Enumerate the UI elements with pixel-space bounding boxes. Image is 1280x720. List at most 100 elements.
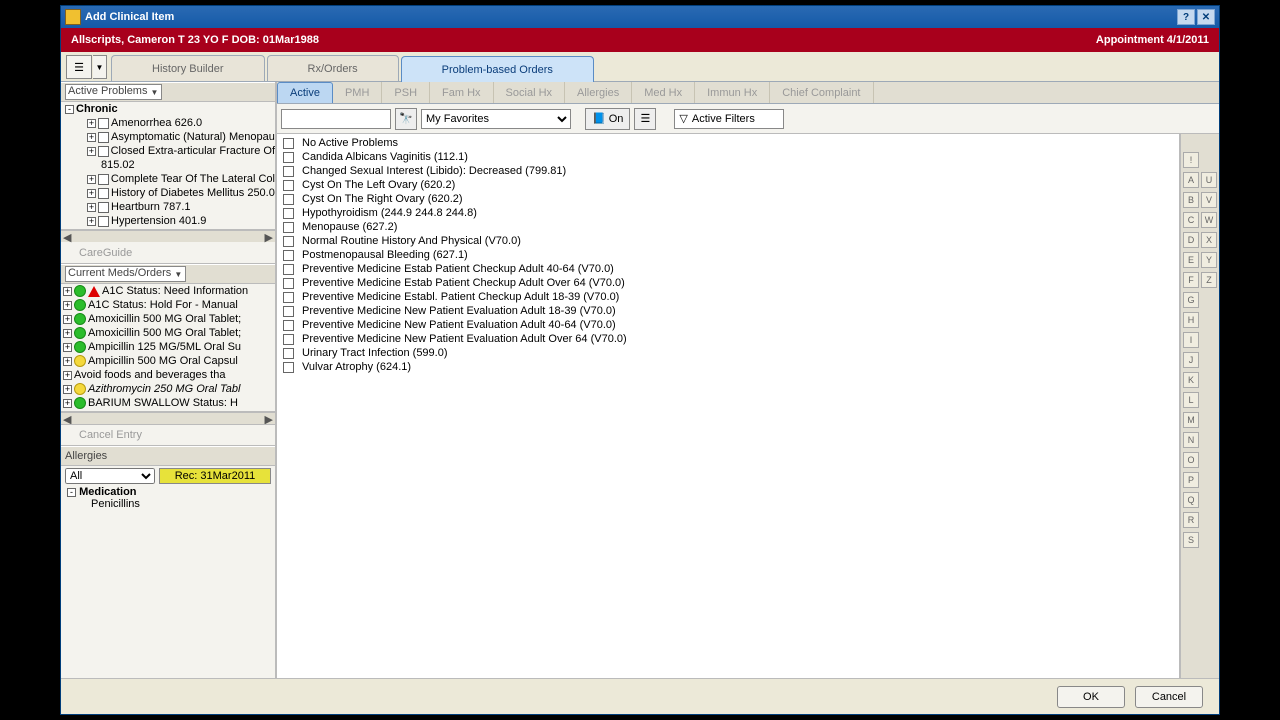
- problem-checkbox[interactable]: [98, 202, 109, 213]
- problem-checkbox[interactable]: [283, 222, 294, 233]
- problem-row[interactable]: Preventive Medicine New Patient Evaluati…: [283, 318, 1173, 332]
- problem-checkbox[interactable]: [283, 292, 294, 303]
- problem-item[interactable]: Asymptomatic (Natural) Menopau: [111, 131, 275, 143]
- problem-checkbox[interactable]: [98, 216, 109, 227]
- problem-row[interactable]: Urinary Tract Infection (599.0): [283, 346, 1173, 360]
- tab-problem-based-orders[interactable]: Problem-based Orders: [401, 56, 594, 82]
- problem-row[interactable]: Vulvar Atrophy (624.1): [283, 360, 1173, 374]
- problem-item[interactable]: Hypertension 401.9: [111, 215, 206, 227]
- problem-row[interactable]: Hypothyroidism (244.9 244.8 244.8): [283, 206, 1173, 220]
- subtab-medhx[interactable]: Med Hx: [632, 82, 695, 103]
- expand-icon[interactable]: +: [87, 119, 96, 128]
- alpha-button-U[interactable]: U: [1201, 172, 1217, 188]
- subtab-pmh[interactable]: PMH: [333, 82, 382, 103]
- ok-button[interactable]: OK: [1057, 686, 1125, 708]
- med-item[interactable]: +Amoxicillin 500 MG Oral Tablet;: [61, 326, 275, 340]
- expand-icon[interactable]: +: [63, 287, 72, 296]
- expand-icon[interactable]: -: [65, 105, 74, 114]
- alpha-button-Q[interactable]: Q: [1183, 492, 1199, 508]
- med-item[interactable]: +A1C Status: Need Information: [61, 284, 275, 298]
- problem-checkbox[interactable]: [283, 152, 294, 163]
- expand-icon[interactable]: +: [87, 203, 96, 212]
- view-mode-dropdown[interactable]: ▼: [93, 55, 107, 79]
- med-item[interactable]: +A1C Status: Hold For - Manual: [61, 298, 275, 312]
- expand-icon[interactable]: +: [63, 343, 72, 352]
- problem-row[interactable]: Menopause (627.2): [283, 220, 1173, 234]
- tab-history-builder[interactable]: History Builder: [111, 55, 265, 81]
- problem-row[interactable]: Preventive Medicine Estab Patient Checku…: [283, 276, 1173, 290]
- expand-icon[interactable]: +: [87, 217, 96, 226]
- problem-row[interactable]: Preventive Medicine Estab Patient Checku…: [283, 262, 1173, 276]
- problem-checkbox[interactable]: [98, 132, 109, 143]
- med-item[interactable]: +Amoxicillin 500 MG Oral Tablet;: [61, 312, 275, 326]
- problem-checkbox[interactable]: [283, 166, 294, 177]
- expand-icon[interactable]: +: [63, 371, 72, 380]
- expand-icon[interactable]: +: [87, 189, 96, 198]
- alpha-button-X[interactable]: X: [1201, 232, 1217, 248]
- med-item[interactable]: +Ampicillin 500 MG Oral Capsul: [61, 354, 275, 368]
- expand-icon[interactable]: +: [63, 399, 72, 408]
- problem-checkbox[interactable]: [283, 236, 294, 247]
- favorites-select[interactable]: My Favorites: [421, 109, 571, 129]
- problem-checkbox[interactable]: [283, 180, 294, 191]
- problem-row[interactable]: Changed Sexual Interest (Libido): Decrea…: [283, 164, 1173, 178]
- alpha-button-G[interactable]: G: [1183, 292, 1199, 308]
- alpha-button-W[interactable]: W: [1201, 212, 1217, 228]
- search-input[interactable]: [281, 109, 391, 129]
- alpha-button-Z[interactable]: Z: [1201, 272, 1217, 288]
- meds-tree[interactable]: +A1C Status: Need Information+A1C Status…: [61, 284, 275, 412]
- problem-checkbox[interactable]: [283, 208, 294, 219]
- problem-checkbox[interactable]: [98, 118, 109, 129]
- alpha-button-N[interactable]: N: [1183, 432, 1199, 448]
- subtab-active[interactable]: Active: [277, 82, 333, 103]
- subtab-socialhx[interactable]: Social Hx: [494, 82, 565, 103]
- search-button[interactable]: 🔭: [395, 108, 417, 130]
- tab-rx-orders[interactable]: Rx/Orders: [267, 55, 399, 81]
- expand-icon[interactable]: +: [63, 301, 72, 310]
- alpha-button-C[interactable]: C: [1183, 212, 1199, 228]
- problem-item[interactable]: Complete Tear Of The Lateral Col: [111, 173, 275, 185]
- alpha-button-Y[interactable]: Y: [1201, 252, 1217, 268]
- alpha-button-E[interactable]: E: [1183, 252, 1199, 268]
- med-item[interactable]: +BARIUM SWALLOW Status: H: [61, 396, 275, 410]
- problem-checkbox[interactable]: [98, 146, 109, 157]
- active-filters-dropdown[interactable]: ▽ Active Filters: [674, 109, 784, 129]
- problem-checkbox[interactable]: [283, 362, 294, 373]
- current-meds-select[interactable]: Current Meds/Orders: [65, 266, 186, 282]
- alpha-button-R[interactable]: R: [1183, 512, 1199, 528]
- problem-checkbox[interactable]: [283, 306, 294, 317]
- problem-list[interactable]: No Active ProblemsCandida Albicans Vagin…: [277, 134, 1179, 678]
- alpha-button-H[interactable]: H: [1183, 312, 1199, 328]
- active-problems-select[interactable]: Active Problems: [65, 84, 162, 100]
- alpha-button-J[interactable]: J: [1183, 352, 1199, 368]
- alpha-button-![interactable]: !: [1183, 152, 1199, 168]
- problem-item[interactable]: History of Diabetes Mellitus 250.0: [111, 187, 275, 199]
- problem-row[interactable]: Preventive Medicine New Patient Evaluati…: [283, 304, 1173, 318]
- alpha-button-A[interactable]: A: [1183, 172, 1199, 188]
- allergy-rec-button[interactable]: Rec: 31Mar2011: [159, 468, 271, 484]
- problem-row[interactable]: Candida Albicans Vaginitis (112.1): [283, 150, 1173, 164]
- problem-checkbox[interactable]: [283, 264, 294, 275]
- problem-checkbox[interactable]: [283, 348, 294, 359]
- expand-icon[interactable]: +: [87, 147, 96, 156]
- problem-checkbox[interactable]: [98, 174, 109, 185]
- expand-icon[interactable]: -: [67, 488, 76, 497]
- problem-item[interactable]: 815.02: [101, 159, 135, 171]
- expand-icon[interactable]: +: [63, 385, 72, 394]
- expand-icon[interactable]: +: [63, 357, 72, 366]
- active-problems-tree[interactable]: - Chronic +Amenorrhea 626.0 +Asymptomati…: [61, 102, 275, 230]
- med-item[interactable]: +Azithromycin 250 MG Oral Tabl: [61, 382, 275, 396]
- problem-checkbox[interactable]: [283, 194, 294, 205]
- subtab-chief[interactable]: Chief Complaint: [770, 82, 873, 103]
- careguide-on-button[interactable]: 📘On: [585, 108, 630, 130]
- problem-row[interactable]: Preventive Medicine New Patient Evaluati…: [283, 332, 1173, 346]
- alpha-button-B[interactable]: B: [1183, 192, 1199, 208]
- cancel-button[interactable]: Cancel: [1135, 686, 1203, 708]
- med-item[interactable]: +Avoid foods and beverages tha: [61, 368, 275, 382]
- expand-icon[interactable]: +: [63, 315, 72, 324]
- med-item[interactable]: +Ampicillin 125 MG/5ML Oral Su: [61, 340, 275, 354]
- problem-item[interactable]: Closed Extra-articular Fracture Of: [111, 145, 275, 157]
- view-mode-button[interactable]: ☰: [66, 55, 92, 79]
- problem-row[interactable]: Cyst On The Right Ovary (620.2): [283, 192, 1173, 206]
- alpha-button-O[interactable]: O: [1183, 452, 1199, 468]
